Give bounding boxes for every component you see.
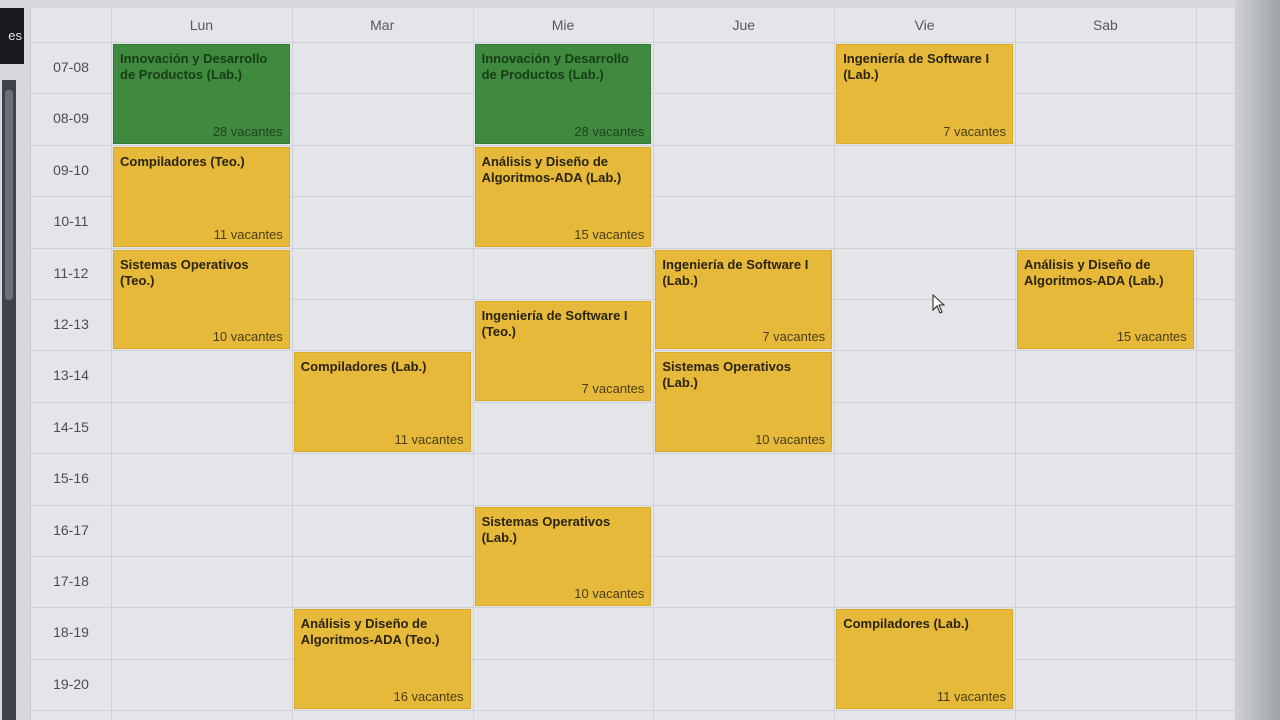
day-header-lun: Lun	[189, 17, 214, 33]
column-divider	[1195, 8, 1197, 720]
row-divider	[31, 144, 1236, 146]
course-block[interactable]: Sistemas Operativos (Lab.) 10 vacantes	[474, 506, 652, 607]
column-divider	[472, 8, 474, 720]
hour-label: 08-09	[53, 110, 89, 127]
weekly-schedule-calendar: Lun Mar Mie Jue Vie Sab 07-08 08-09 09-10 10-11 11…	[30, 8, 1236, 720]
hour-label: 13-14	[53, 367, 89, 384]
row-divider	[31, 453, 1236, 455]
day-header-mar: Mar	[370, 17, 395, 33]
vacancies-count: 15 vacantes	[574, 226, 645, 242]
course-block[interactable]: Análisis y Diseño de Algoritmos-ADA (Lab…	[474, 146, 652, 247]
course-title: Sistemas Operativos (Lab.)	[662, 359, 792, 391]
vacancies-count: 15 vacantes	[1116, 329, 1187, 345]
course-title: Ingeniería de Software I (Teo.)	[481, 308, 628, 339]
course-block[interactable]: Innovación y Desarrollo de Productos (La…	[113, 44, 290, 144]
course-title: Innovación y Desarrollo de Productos (La…	[120, 51, 268, 82]
side-panel-tab[interactable]: es	[0, 8, 24, 64]
course-title: Análisis y Diseño de Algoritmos-ADA (Lab…	[481, 153, 622, 185]
course-block[interactable]: Ingeniería de Software I (Lab.) 7 vacante…	[655, 249, 833, 350]
day-header-jue: Jue	[732, 17, 756, 33]
course-block[interactable]: Análisis y Diseño de Algoritmos-ADA (Lab…	[1017, 249, 1194, 350]
screen: es Lun Mar Mie Jue Vie Sab 07-08 08-09 09-10 10-1…	[0, 0, 1280, 720]
vacancies-count: 7 vacantes	[943, 123, 1006, 139]
course-block[interactable]: Compiladores (Lab.) 11 vacantes	[836, 609, 1013, 710]
course-block[interactable]: Sistemas Operativos (Lab.) 10 vacantes	[655, 352, 833, 453]
course-block[interactable]: Ingeniería de Software I (Teo.) 7 vacante…	[474, 301, 652, 401]
hour-label: 19-20	[53, 675, 89, 692]
hour-label: 07-08	[53, 59, 89, 75]
day-header-sab: Sab	[1092, 17, 1118, 33]
hour-label: 09-10	[53, 161, 89, 178]
column-divider	[111, 8, 112, 720]
course-title: Compiladores (Lab.)	[843, 616, 969, 632]
row-divider	[31, 504, 1236, 506]
column-divider	[834, 8, 836, 720]
column-divider	[1015, 8, 1016, 720]
course-block[interactable]: Análisis y Diseño de Algoritmos-ADA (Teo…	[293, 609, 471, 710]
row-divider	[31, 607, 1236, 609]
row-divider	[31, 710, 1236, 712]
vacancies-count: 16 vacantes	[393, 689, 464, 705]
vacancies-count: 28 vacantes	[574, 123, 645, 139]
course-title: Compiladores (Lab.)	[300, 359, 427, 375]
vacancies-count: 7 vacantes	[581, 380, 645, 396]
course-title: Sistemas Operativos (Lab.)	[481, 513, 611, 545]
course-title: Análisis y Diseño de Algoritmos-ADA (Teo…	[300, 616, 440, 648]
vacancies-count: 10 vacantes	[212, 329, 283, 345]
vacancies-count: 11 vacantes	[936, 689, 1006, 705]
column-divider	[653, 8, 655, 720]
course-title: Innovación y Desarrollo de Productos (La…	[481, 51, 629, 82]
hour-label: 15-16	[53, 470, 89, 487]
course-block[interactable]: Ingeniería de Software I (Lab.) 7 vacante…	[836, 44, 1013, 144]
course-block[interactable]: Compiladores (Teo.) 11 vacantes	[113, 146, 290, 247]
row-divider	[31, 401, 1236, 403]
vacancies-count: 10 vacantes	[755, 432, 826, 448]
course-title: Ingeniería de Software I (Lab.)	[662, 256, 809, 288]
hour-label: 17-18	[53, 573, 89, 589]
scrollbar-thumb[interactable]	[5, 90, 13, 300]
course-title: Ingeniería de Software I (Lab.)	[843, 51, 990, 82]
course-title: Compiladores (Teo.)	[120, 153, 245, 169]
vacancies-count: 11 vacantes	[213, 226, 283, 242]
day-header-mie: Mie	[551, 17, 575, 33]
vacancies-count: 10 vacantes	[574, 586, 645, 602]
vacancies-count: 11 vacantes	[394, 432, 464, 448]
course-block[interactable]: Innovación y Desarrollo de Productos (La…	[474, 44, 652, 144]
row-divider	[31, 247, 1236, 249]
course-title: Sistemas Operativos (Teo.)	[120, 256, 249, 288]
window-edge	[1235, 0, 1280, 720]
vacancies-count: 7 vacantes	[762, 329, 826, 345]
vacancies-count: 28 vacantes	[212, 123, 283, 139]
row-divider	[31, 42, 1236, 43]
hour-label: 14-15	[53, 418, 89, 435]
mouse-pointer-icon	[932, 294, 946, 314]
course-title: Análisis y Diseño de Algoritmos-ADA (Lab…	[1024, 256, 1164, 288]
hour-label: 10-11	[53, 213, 89, 230]
hour-label: 12-13	[53, 316, 89, 332]
hour-label: 18-19	[53, 624, 89, 641]
day-header-vie: Vie	[914, 17, 935, 33]
column-divider	[291, 8, 293, 720]
row-divider	[31, 658, 1236, 660]
course-block[interactable]: Sistemas Operativos (Teo.) 10 vacantes	[113, 249, 290, 350]
left-scrollbar[interactable]	[2, 80, 16, 720]
hour-label: 16-17	[53, 521, 89, 538]
course-block[interactable]: Compiladores (Lab.) 11 vacantes	[293, 352, 471, 453]
hour-label: 11-12	[53, 264, 89, 281]
